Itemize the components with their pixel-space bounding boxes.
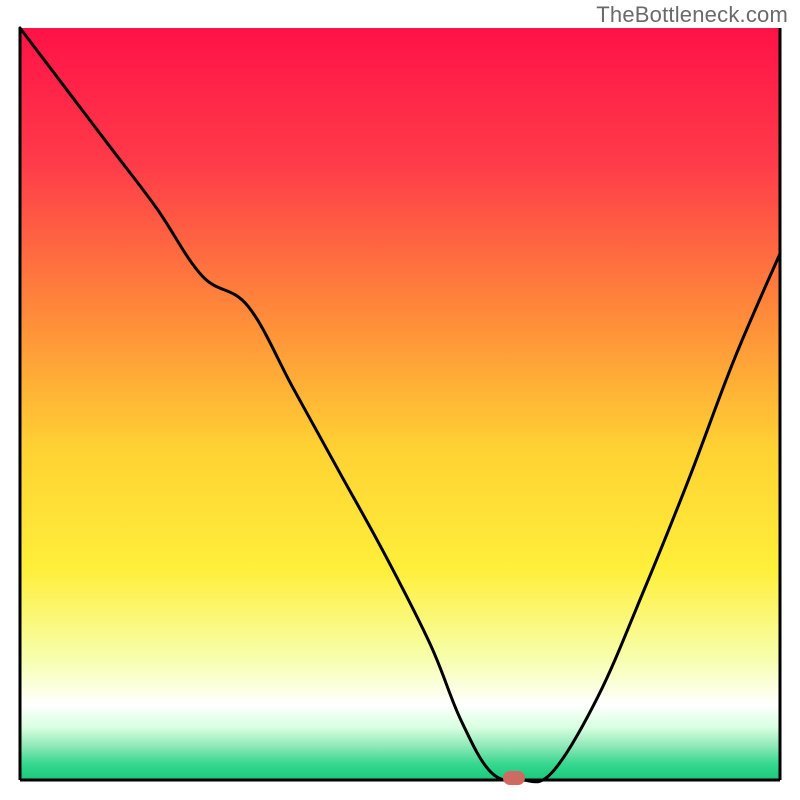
chart-stage: TheBottleneck.com: [0, 0, 800, 800]
bottleneck-chart: [0, 0, 800, 800]
watermark-label: TheBottleneck.com: [596, 2, 788, 28]
optimum-marker: [503, 771, 525, 785]
plot-background: [20, 28, 780, 780]
